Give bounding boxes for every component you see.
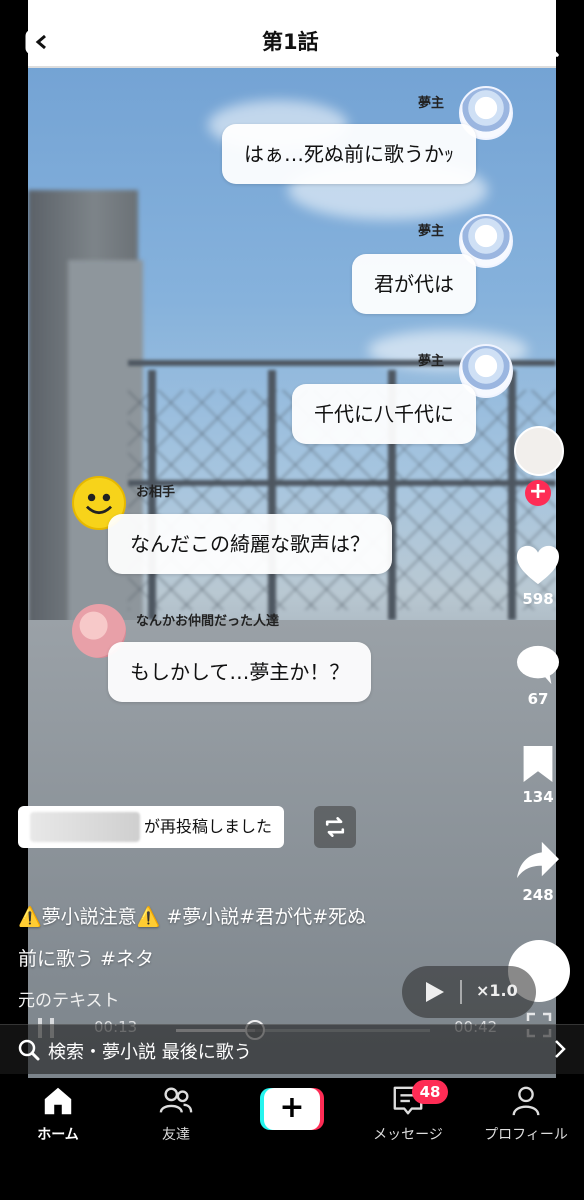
chat-bubble: はぁ…死ぬ前に歌うかｯ bbox=[222, 124, 476, 184]
comment-button[interactable]: 67 bbox=[510, 644, 566, 708]
follow-button[interactable]: + bbox=[525, 480, 551, 506]
tab-friends[interactable]: 友達 bbox=[126, 1084, 226, 1144]
chat-bubble: もしかして…夢主か！？ bbox=[108, 642, 372, 702]
search-query: 検索・夢小説 最後に歌う bbox=[48, 1042, 252, 1063]
speed-label: ×1.0 bbox=[476, 981, 518, 1000]
repost-icon[interactable] bbox=[314, 806, 356, 848]
sender-name: 夢主 bbox=[418, 354, 445, 369]
tab-shop[interactable]: ョップ bbox=[328, 28, 388, 57]
chat-bubble: 千代に八千代に bbox=[292, 384, 476, 444]
reposter-name-redacted bbox=[30, 812, 140, 842]
like-button[interactable]: 598 bbox=[510, 544, 566, 608]
tab-following[interactable]: フォロー bbox=[174, 28, 254, 57]
bottom-tab-bar: ホーム 友達 + メッセージ プロフィール bbox=[0, 1078, 584, 1200]
sender-name: 夢主 bbox=[418, 224, 445, 239]
top-navigation: ドラマ フォロー 第1話 ョップ おすすめ bbox=[0, 18, 584, 62]
friends-icon bbox=[159, 1087, 193, 1113]
caption-line-2: 前に歌う #ネタ bbox=[18, 948, 154, 970]
create-button[interactable]: + bbox=[260, 1088, 324, 1130]
like-count: 598 bbox=[522, 590, 554, 608]
search-icon bbox=[18, 1039, 40, 1061]
tab-episode-title[interactable]: 第1話 bbox=[262, 26, 319, 56]
comment-icon bbox=[517, 645, 559, 685]
tab-profile[interactable]: プロフィール bbox=[476, 1084, 576, 1144]
sender-name: 夢主 bbox=[418, 96, 445, 111]
tab-label: メッセージ bbox=[373, 1127, 443, 1143]
chat-bubble: なんだこの綺麗な歌声は？ bbox=[108, 514, 392, 574]
tab-for-you[interactable]: おすすめ bbox=[410, 28, 490, 57]
bookmark-button[interactable]: 134 bbox=[510, 744, 566, 806]
share-button[interactable]: 248 bbox=[510, 840, 566, 904]
tab-home[interactable]: ホーム bbox=[8, 1084, 108, 1144]
comment-count: 67 bbox=[527, 690, 549, 708]
bookmark-icon bbox=[523, 746, 553, 782]
tab-drama[interactable]: ドラマ bbox=[88, 28, 148, 57]
bookmark-count: 134 bbox=[522, 788, 554, 806]
share-arrow-icon bbox=[517, 841, 559, 879]
chevron-right-icon bbox=[555, 1040, 566, 1058]
home-icon bbox=[44, 1087, 72, 1115]
search-icon[interactable] bbox=[524, 22, 560, 58]
plus-icon: + bbox=[264, 1088, 320, 1130]
tab-label: ホーム bbox=[37, 1127, 79, 1143]
share-count: 248 bbox=[522, 886, 554, 904]
caption-line-1: ⚠️夢小説注意⚠️ #夢小説#君が代#死ぬ bbox=[18, 906, 367, 928]
live-tv-icon[interactable] bbox=[24, 22, 60, 58]
sender-name: お相手 bbox=[136, 485, 176, 500]
play-icon[interactable] bbox=[426, 982, 444, 1002]
heart-icon bbox=[517, 545, 559, 585]
message-badge: 48 bbox=[412, 1080, 448, 1104]
tab-label: プロフィール bbox=[484, 1127, 568, 1143]
tab-label: 友達 bbox=[162, 1127, 190, 1143]
chat-bubble: 君が代は bbox=[352, 254, 476, 314]
sender-name: なんかお仲間だった人達 bbox=[136, 614, 280, 629]
profile-icon bbox=[512, 1086, 540, 1116]
related-search-bar[interactable]: 検索・夢小説 最後に歌う bbox=[0, 1024, 584, 1074]
creator-avatar[interactable] bbox=[514, 426, 564, 476]
repost-text: が再投稿しました bbox=[144, 817, 273, 836]
